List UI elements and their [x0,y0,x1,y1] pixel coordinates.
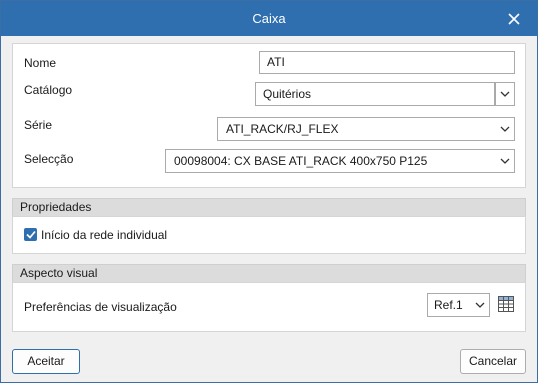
catalogo-label: Catálogo [24,83,73,97]
window-title: Caixa [252,11,286,26]
dialog-window: Caixa Nome ATI Catálogo Quitérios Série … [0,0,538,383]
chevron-down-icon [500,126,510,132]
accept-button[interactable]: Aceitar [12,349,80,374]
seleccao-select[interactable]: 00098004: CX BASE ATI_RACK 400x750 P125 [165,149,515,173]
seleccao-label: Selecção [24,152,74,166]
nome-label: Nome [24,56,57,70]
checkmark-icon [25,230,36,239]
preferences-label: Preferências de visualização [24,300,177,314]
serie-select[interactable]: ATI_RACK/RJ_FLEX [217,117,515,141]
serie-label: Série [24,118,53,132]
catalogo-dropdown-button[interactable] [495,82,515,106]
chevron-down-icon [500,91,510,97]
close-icon [508,12,520,25]
catalogo-combo[interactable]: Quitérios [255,82,495,106]
nome-input[interactable]: ATI [259,51,515,74]
chevron-down-icon [475,302,485,308]
table-settings-button[interactable] [495,293,516,314]
close-button[interactable] [491,1,537,36]
serie-value: ATI_RACK/RJ_FLEX [226,122,339,136]
chevron-down-icon [500,158,510,164]
individual-network-label[interactable]: Início da rede individual [41,228,167,242]
aspecto-visual-header: Aspecto visual [12,264,526,283]
preferences-select[interactable]: Ref.1 [427,293,490,317]
seleccao-value: 00098004: CX BASE ATI_RACK 400x750 P125 [174,154,428,168]
table-grid-icon [497,295,514,312]
cancel-button[interactable]: Cancelar [460,349,526,374]
title-bar: Caixa [1,1,537,36]
propriedades-header: Propriedades [12,198,526,217]
preferences-value: Ref.1 [434,298,463,312]
individual-network-checkbox[interactable] [24,228,37,241]
